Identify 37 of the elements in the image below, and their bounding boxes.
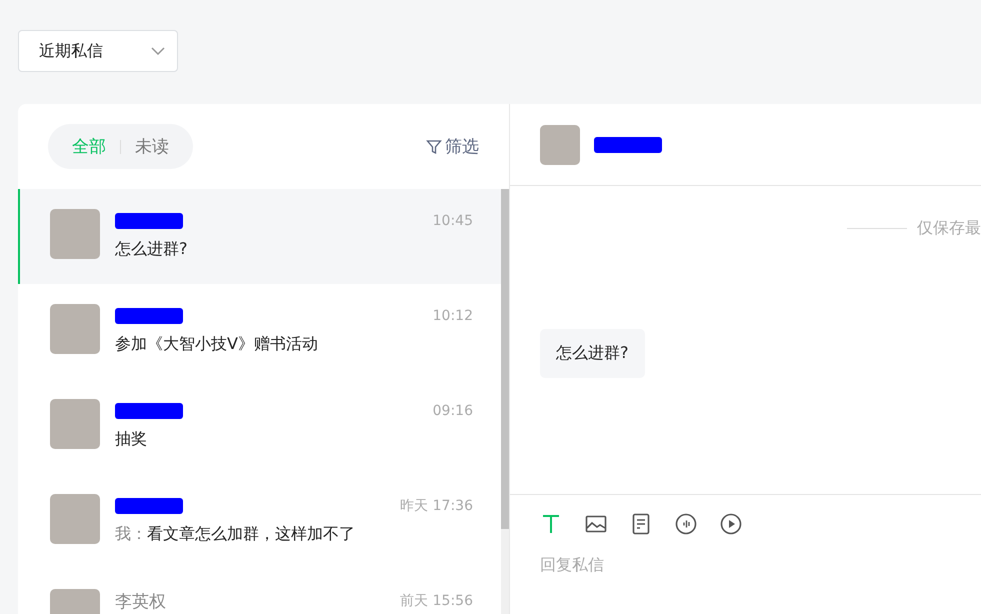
filter-button[interactable]: 筛选 xyxy=(426,135,479,158)
image-icon xyxy=(585,513,607,535)
message-time: 10:45 xyxy=(432,213,473,229)
text-icon xyxy=(540,513,562,535)
toolbar-button[interactable] xyxy=(585,513,607,535)
conversation-item[interactable]: 10:45 怎么进群? xyxy=(18,189,501,284)
tab[interactable]: 未读 xyxy=(135,135,169,158)
filter-dropdown[interactable]: 近期私信 xyxy=(18,30,178,72)
toolbar-button[interactable] xyxy=(720,513,742,535)
avatar-photo-placeholder xyxy=(50,304,100,354)
contact-name: 李英权 xyxy=(115,590,166,612)
history-notice: 仅保存最 xyxy=(917,218,981,239)
avatar-photo-placeholder xyxy=(50,209,100,259)
voice-icon xyxy=(675,513,697,535)
toolbar-button[interactable] xyxy=(630,513,652,535)
message-time: 前天 15:56 xyxy=(400,592,473,610)
message-preview: 抽奖 xyxy=(115,429,148,450)
conversation-item[interactable]: 李英权 前天 15:56 xyxy=(18,569,501,614)
avatar-photo-placeholder xyxy=(50,494,100,544)
play-icon xyxy=(720,513,742,535)
funnel-icon xyxy=(426,138,442,154)
chevron-down-icon xyxy=(151,47,165,55)
message-preview: 我：看文章怎么加群，这样加不了 xyxy=(115,524,356,545)
avatar-photo-placeholder xyxy=(540,124,580,164)
conversation-item[interactable]: 09:16 抽奖 xyxy=(18,379,501,474)
message-time: 昨天 17:36 xyxy=(400,497,473,515)
message-time: 09:16 xyxy=(432,403,473,419)
avatar-photo-placeholder xyxy=(50,399,100,449)
message-preview: 参加《大智小技V》赠书活动 xyxy=(115,334,319,355)
message-preview: 怎么进群? xyxy=(115,239,188,260)
scrollbar-thumb[interactable] xyxy=(501,189,509,529)
toolbar-button[interactable] xyxy=(675,513,697,535)
message-bubble: 怎么进群? xyxy=(540,329,644,378)
conversation-item[interactable]: 10:12 参加《大智小技V》赠书活动 xyxy=(18,284,501,379)
message-time: 10:12 xyxy=(432,308,473,324)
document-icon xyxy=(630,513,652,535)
conversation-item[interactable]: 昨天 17:36 我：看文章怎么加群，这样加不了 xyxy=(18,474,501,569)
